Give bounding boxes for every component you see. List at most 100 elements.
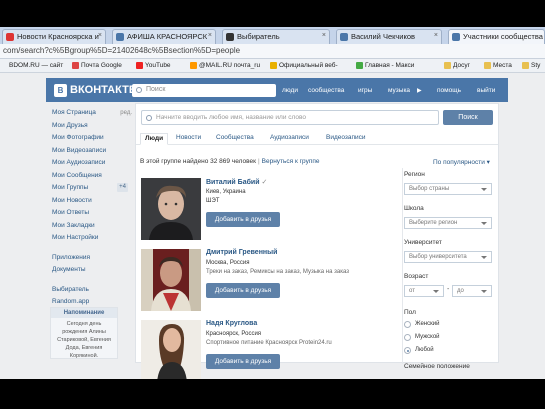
- person-name[interactable]: Надя Круглова: [206, 320, 257, 327]
- mail-ru-icon: [190, 62, 197, 69]
- browser-tab[interactable]: Выбиратель ×: [222, 29, 330, 44]
- tab-video[interactable]: Видеозаписи: [322, 133, 370, 145]
- age-to-select[interactable]: до: [452, 285, 492, 297]
- vk-header: В ВКОНТАКТЕ Поиск люди сообщества игры м…: [46, 78, 508, 102]
- gender-label: Пол: [404, 309, 416, 316]
- menu-item-videos[interactable]: Мои Видеозаписи: [52, 145, 132, 158]
- person-card: Виталий Бабий ✓ Киев, Украина ШЭТ Добавит…: [141, 178, 399, 242]
- gender-radio-any[interactable]: Любой: [404, 347, 434, 354]
- bookmarks-bar: BDOM.RU — сайт Почта Google YouTube @MAI…: [0, 59, 545, 73]
- menu-item-documents[interactable]: Документы: [52, 264, 132, 277]
- avatar[interactable]: [141, 178, 201, 240]
- vk-logo-icon: В: [54, 83, 67, 97]
- bookmark[interactable]: Официальный веб-: [270, 62, 338, 69]
- people-search-input[interactable]: Начните вводить любое имя, название или …: [141, 110, 439, 125]
- vk-favicon-icon: [116, 33, 124, 41]
- person-card: Дмитрий Гревенный Москва, Россия Треки н…: [141, 249, 399, 313]
- results-count: В этой группе найдено 32 869 человек: [140, 158, 256, 165]
- bookmark[interactable]: Главная - Макси: [356, 62, 414, 69]
- search-panel: Начните вводить любое имя, название или …: [135, 103, 499, 379]
- browser-tab[interactable]: АФИША КРАСНОЯРСК ×: [112, 29, 216, 44]
- gender-radio-female[interactable]: Женский: [404, 321, 439, 328]
- bookmark[interactable]: Почта Google: [72, 62, 122, 69]
- nav-communities[interactable]: сообщества: [308, 87, 344, 94]
- university-select[interactable]: Выбор университета: [404, 251, 492, 263]
- browser-tab-bar: Новости Красноярска и × АФИША КРАСНОЯРСК…: [0, 27, 545, 44]
- nav-help[interactable]: помощь: [437, 87, 461, 94]
- menu-item-groups[interactable]: Мои Группы +4: [52, 182, 132, 195]
- tab-label: Василий Чекчиков: [351, 32, 416, 41]
- reminder-text: Сегодня день рождения Алины Стариковой, …: [57, 321, 111, 359]
- person-name[interactable]: Дмитрий Гревенный: [206, 249, 277, 256]
- menu-item-settings[interactable]: Мои Настройки: [52, 232, 132, 245]
- age-label: Возраст: [404, 273, 429, 280]
- tab-label: Участники сообщества: [463, 32, 543, 41]
- university-label: Университет: [404, 239, 442, 246]
- groups-badge: +4: [117, 183, 128, 192]
- add-friend-button[interactable]: Добавить в друзья: [206, 354, 280, 369]
- age-dash: -: [447, 286, 450, 293]
- bookmark-folder[interactable]: Места: [484, 62, 512, 69]
- avatar[interactable]: [141, 320, 201, 379]
- school-select[interactable]: Выберите регион: [404, 217, 492, 229]
- chevron-down-icon: ▾: [486, 159, 490, 166]
- avatar[interactable]: [141, 249, 201, 311]
- vk-logo-text: ВКОНТАКТЕ: [70, 84, 137, 96]
- browser-tab[interactable]: Василий Чекчиков ×: [336, 29, 442, 44]
- chevron-down-icon: [433, 290, 439, 293]
- vk-logo[interactable]: В ВКОНТАКТЕ: [54, 83, 136, 97]
- bookmark[interactable]: @MAIL.RU почта_ru: [190, 62, 260, 69]
- bookmark-folder[interactable]: Досуг: [444, 62, 470, 69]
- gender-radio-male[interactable]: Мужской: [404, 334, 440, 341]
- bookmark-icon: [356, 62, 363, 69]
- tab-audio[interactable]: Аудиозаписи: [266, 133, 313, 145]
- age-from-select[interactable]: от: [404, 285, 444, 297]
- person-city: Киев, Украина: [206, 189, 246, 195]
- close-tab-icon[interactable]: ×: [208, 32, 212, 39]
- tab-people[interactable]: Люди: [140, 133, 169, 145]
- bookmark[interactable]: BDOM.RU — сайт: [0, 62, 63, 69]
- browser-tab-active[interactable]: Участники сообщества: [448, 29, 545, 44]
- person-name[interactable]: Виталий Бабий ✓: [206, 178, 267, 186]
- close-tab-icon[interactable]: ×: [434, 32, 438, 39]
- close-tab-icon[interactable]: ×: [322, 32, 326, 39]
- add-friend-button[interactable]: Добавить в друзья: [206, 212, 280, 227]
- menu-item-photos[interactable]: Мои Фотографии: [52, 132, 132, 145]
- add-friend-button[interactable]: Добавить в друзья: [206, 283, 280, 298]
- nav-logout[interactable]: выйти: [477, 87, 495, 94]
- search-button[interactable]: Поиск: [443, 110, 493, 125]
- results-summary: В этой группе найдено 32 869 человек | Вер…: [140, 158, 320, 165]
- marital-status-label: Семейное положение: [404, 363, 470, 370]
- menu-item-messages[interactable]: Мои Сообщения: [52, 170, 132, 183]
- nav-music[interactable]: музыка: [388, 87, 410, 94]
- birthday-reminder: Напоминание Сегодня день рождения Алины …: [50, 307, 118, 359]
- close-tab-icon[interactable]: ×: [98, 32, 102, 39]
- menu-item-news[interactable]: Мои Новости: [52, 195, 132, 208]
- person-info: Спортивное питание Красноярск Protein24.…: [206, 340, 332, 346]
- person-card: Надя Круглова Красноярск, Россия Спортив…: [141, 320, 399, 379]
- browser-tab[interactable]: Новости Красноярска и ×: [2, 29, 106, 44]
- menu-item-answers[interactable]: Мои Ответы: [52, 207, 132, 220]
- menu-item-audio[interactable]: Мои Аудиозаписи: [52, 157, 132, 170]
- menu-item-my-page[interactable]: Моя Страница ред.: [52, 107, 132, 120]
- header-search-input[interactable]: Поиск: [132, 84, 276, 97]
- bookmark-folder[interactable]: Sty: [522, 62, 540, 69]
- chevron-down-icon: [481, 290, 487, 293]
- back-to-group-link[interactable]: Вернуться к группе: [262, 158, 320, 165]
- play-icon[interactable]: ▶: [417, 87, 422, 94]
- tab-news[interactable]: Новости: [172, 133, 205, 145]
- menu-item-friends[interactable]: Мои Друзья: [52, 120, 132, 133]
- region-select[interactable]: Выбор страны: [404, 183, 492, 195]
- nav-games[interactable]: игры: [358, 87, 372, 94]
- sort-dropdown[interactable]: По популярности ▾: [433, 158, 490, 166]
- search-tabs: Люди Новости Сообщества Аудиозаписи Виде…: [136, 131, 498, 145]
- bookmark[interactable]: YouTube: [136, 62, 171, 69]
- address-bar[interactable]: com/search?c%5Bgroup%5D=21402648c%5Bsect…: [0, 44, 545, 59]
- menu-item-app-vybiratel[interactable]: Выбиратель: [52, 284, 132, 297]
- tab-communities[interactable]: Сообщества: [212, 133, 258, 145]
- menu-item-apps[interactable]: Приложения: [52, 252, 132, 265]
- nav-people[interactable]: люди: [282, 87, 298, 94]
- menu-item-bookmarks[interactable]: Мои Закладки: [52, 220, 132, 233]
- edit-link[interactable]: ред.: [120, 107, 132, 119]
- folder-icon: [484, 62, 491, 69]
